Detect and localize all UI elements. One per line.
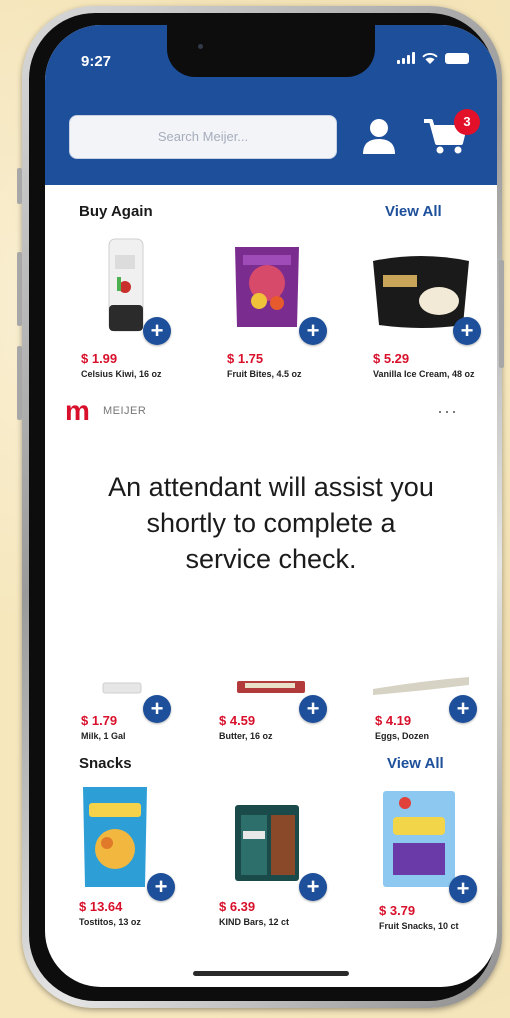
product-image-fruit-snacks[interactable] (379, 787, 459, 891)
service-check-message: An attendant will assist you shortly to … (108, 472, 434, 574)
section-title-buy-again: Buy Again (79, 203, 153, 220)
product-image-fruit-bites[interactable] (229, 241, 305, 331)
add-to-cart-button-tostitos[interactable]: + (147, 873, 175, 901)
product-price-fruit-snacks: $ 3.79 (379, 903, 416, 918)
product-name-butter: Butter, 16 oz (219, 731, 273, 741)
view-all-buy-again[interactable]: View All (385, 203, 442, 220)
wifi-icon (422, 53, 438, 64)
battery-icon (445, 52, 469, 64)
product-price-milk: $ 1.79 (81, 713, 118, 728)
add-to-cart-button-ice-cream[interactable]: + (453, 317, 481, 345)
product-name-milk: Milk, 1 Gal (81, 731, 126, 741)
add-to-cart-button-fruit-bites[interactable]: + (299, 317, 327, 345)
ad-brand-label: MEIJER (103, 405, 147, 417)
product-name-fruit-bites: Fruit Bites, 4.5 oz (227, 369, 302, 379)
product-price-tostitos: $ 13.64 (79, 899, 123, 914)
product-name-fruit-snacks: Fruit Snacks, 10 ct (379, 921, 459, 931)
status-icons (397, 52, 469, 64)
phone-volume-down (17, 346, 22, 420)
search-input[interactable]: Search Meijer... (69, 115, 337, 159)
product-image-milk[interactable] (97, 681, 147, 695)
add-to-cart-button-fruit-snacks[interactable]: + (449, 875, 477, 903)
signal-icon (397, 52, 415, 64)
more-icon[interactable]: ··· (437, 401, 458, 422)
product-image-eggs[interactable] (371, 675, 471, 697)
product-image-butter[interactable] (235, 679, 307, 697)
add-to-cart-button-milk[interactable]: + (143, 695, 171, 723)
product-name-eggs: Eggs, Dozen (375, 731, 430, 741)
add-to-cart-button-eggs[interactable]: + (449, 695, 477, 723)
product-name-celsius: Celsius Kiwi, 16 oz (81, 369, 162, 379)
product-name-tostitos: Tostitos, 13 oz (79, 917, 141, 927)
add-to-cart-button-butter[interactable]: + (299, 695, 327, 723)
add-to-cart-button-celsius[interactable]: + (143, 317, 171, 345)
cart-count-badge: 3 (454, 109, 480, 135)
notch (167, 25, 375, 77)
app-screen: 9:27 Search Meijer... 3 Buy Again View A… (45, 25, 497, 987)
meijer-logo: m (65, 395, 90, 426)
section-title-snacks: Snacks (79, 755, 132, 772)
product-price-fruit-bites: $ 1.75 (227, 351, 264, 366)
product-price-eggs: $ 4.19 (375, 713, 412, 728)
product-price-butter: $ 4.59 (219, 713, 256, 728)
product-price-kind-bars: $ 6.39 (219, 899, 256, 914)
user-icon[interactable] (361, 117, 397, 155)
product-price-ice-cream: $ 5.29 (373, 351, 410, 366)
product-name-ice-cream: Vanilla Ice Cream, 48 oz (373, 369, 475, 379)
product-name-kind-bars: KIND Bars, 12 ct (219, 917, 290, 927)
phone-mute-switch (17, 168, 22, 204)
home-indicator[interactable] (193, 971, 349, 976)
camera-icon (198, 44, 203, 49)
add-to-cart-button-kind-bars[interactable]: + (299, 873, 327, 901)
product-image-celsius[interactable] (101, 235, 151, 335)
product-image-tostitos[interactable] (79, 785, 151, 889)
product-price-celsius: $ 1.99 (81, 351, 118, 366)
product-image-kind-bars[interactable] (231, 801, 303, 885)
phone-volume-up (17, 252, 22, 326)
phone-power-button (499, 260, 504, 368)
view-all-snacks[interactable]: View All (387, 755, 444, 772)
status-time: 9:27 (81, 53, 112, 70)
